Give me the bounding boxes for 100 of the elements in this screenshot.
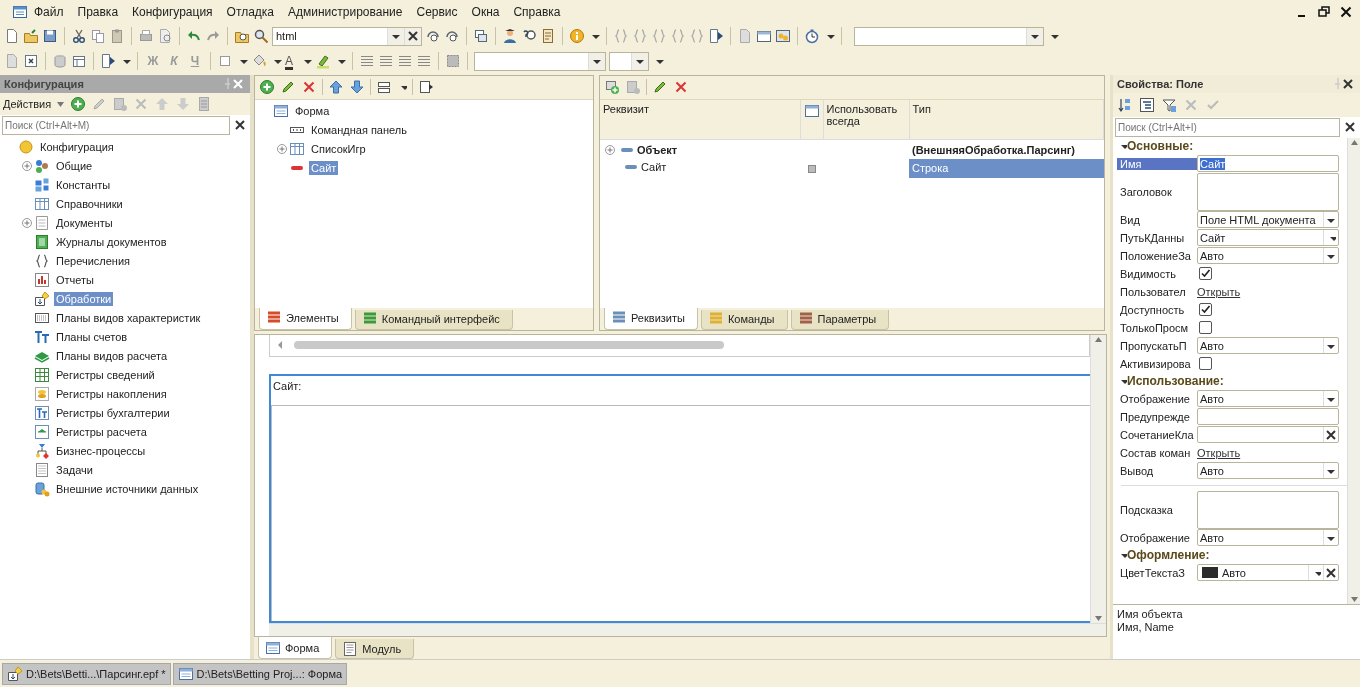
find-next-icon[interactable]: [425, 28, 441, 45]
menu-item[interactable]: Администрирование: [282, 3, 411, 21]
paste-icon[interactable]: [109, 28, 125, 45]
close-icon[interactable]: [1338, 4, 1354, 20]
tree-item[interactable]: Бизнес-процессы: [54, 444, 148, 459]
menu-item[interactable]: Конфигурация: [126, 3, 221, 21]
dropdown-field[interactable]: Авто: [1197, 529, 1339, 547]
menu-item[interactable]: Правка: [71, 3, 127, 21]
color-field[interactable]: Авто: [1197, 564, 1339, 582]
tab[interactable]: Команды: [700, 309, 788, 330]
input-field[interactable]: [474, 51, 606, 71]
categories-icon[interactable]: [1139, 96, 1155, 113]
edit-icon[interactable]: [280, 79, 296, 96]
window-tab[interactable]: D:\Bets\Betti...\Парсинг.epf *: [2, 662, 171, 685]
sort-icon[interactable]: [1117, 96, 1133, 113]
restore-icon[interactable]: [1316, 4, 1332, 20]
tree-item[interactable]: Константы: [54, 178, 113, 193]
tree-item[interactable]: Документы: [54, 216, 115, 231]
close-document-icon[interactable]: [23, 53, 39, 70]
link[interactable]: Открыть: [1197, 446, 1241, 459]
actions-menu[interactable]: Действия: [3, 97, 52, 110]
add-icon[interactable]: [70, 95, 87, 112]
menu-item[interactable]: Справка: [507, 3, 569, 21]
edit-icon[interactable]: [652, 79, 668, 96]
tab[interactable]: Элементы: [259, 307, 352, 330]
link[interactable]: Открыть: [1197, 285, 1241, 298]
tree-item[interactable]: Регистры бухгалтерии: [54, 406, 172, 421]
tree-item[interactable]: Внешние источники данных: [54, 482, 201, 497]
search-field[interactable]: Поиск (Ctrl+Alt+M): [2, 115, 230, 135]
group-header[interactable]: Использование:: [1127, 374, 1224, 389]
window-gears-icon[interactable]: [775, 28, 791, 45]
scrollbar[interactable]: [269, 623, 1106, 637]
tree-item[interactable]: Общие: [54, 159, 95, 174]
input-field[interactable]: Сайт: [1197, 155, 1339, 173]
checkbox[interactable]: [1199, 267, 1212, 281]
tree-item[interactable]: Журналы документов: [54, 235, 169, 250]
tree-item[interactable]: Планы видов характеристик: [54, 311, 203, 326]
dropdown-field[interactable]: Авто: [1197, 247, 1339, 265]
layout-icon[interactable]: [376, 79, 392, 96]
open-folder-icon[interactable]: [23, 28, 39, 45]
find-previous-icon[interactable]: [444, 28, 460, 45]
group-header[interactable]: Оформление:: [1127, 548, 1210, 563]
tab[interactable]: Командный интерфейс: [354, 309, 513, 330]
scrollbar[interactable]: [1347, 137, 1360, 605]
combo-field[interactable]: [854, 26, 1044, 46]
tree-item[interactable]: Регистры расчета: [54, 425, 149, 440]
input-field[interactable]: [1197, 426, 1339, 444]
new-document-icon[interactable]: [4, 28, 20, 45]
tree-item[interactable]: Планы видов расчета: [54, 349, 170, 364]
tab[interactable]: Модуль: [335, 639, 415, 660]
stopwatch-icon[interactable]: [804, 28, 820, 45]
menu-item[interactable]: Отладка: [220, 3, 283, 21]
input-field[interactable]: [1197, 408, 1339, 426]
scroll-up-icon[interactable]: [1094, 334, 1103, 345]
expand-icon[interactable]: [22, 161, 32, 172]
save-icon[interactable]: [42, 28, 58, 45]
window-tab[interactable]: D:\Bets\Betting Proj...: Форма: [172, 662, 348, 685]
group-header[interactable]: Основные:: [1127, 139, 1194, 154]
move-down-icon[interactable]: [349, 79, 365, 96]
tree-item[interactable]: Отчеты: [54, 273, 97, 288]
blocks-icon[interactable]: [445, 53, 461, 70]
window-icon[interactable]: [756, 28, 772, 45]
form-run-icon[interactable]: [418, 79, 434, 96]
tree-item[interactable]: Перечисления: [54, 254, 132, 269]
dropdown-field[interactable]: Авто: [1197, 462, 1339, 480]
choice-field[interactable]: Сайт: [1197, 229, 1339, 247]
tree-item[interactable]: Конфигурация: [38, 140, 116, 155]
scrollbar[interactable]: [269, 334, 1090, 357]
menu-item[interactable]: Сервис: [410, 3, 466, 21]
filter-icon[interactable]: [1161, 96, 1177, 113]
font-color-button[interactable]: A: [285, 54, 297, 69]
dropdown-field[interactable]: Авто: [1197, 337, 1339, 355]
person-icon[interactable]: [502, 28, 518, 45]
copy-icon[interactable]: [90, 28, 106, 45]
scroll-down-icon[interactable]: [1094, 613, 1103, 624]
tree-item[interactable]: Задачи: [54, 463, 95, 478]
print-preview-icon[interactable]: [157, 28, 173, 45]
scrollbar[interactable]: [1090, 334, 1106, 624]
menu-item[interactable]: Окна: [465, 3, 508, 21]
scroll-left-icon[interactable]: [276, 340, 284, 351]
tree-item[interactable]: Форма: [293, 104, 332, 119]
windows-icon[interactable]: [473, 28, 489, 45]
tree-item[interactable]: Регистры сведений: [54, 368, 157, 383]
search-field[interactable]: html: [272, 26, 422, 46]
move-up-icon[interactable]: [328, 79, 344, 96]
document-play-icon[interactable]: [100, 53, 116, 70]
expand-icon[interactable]: [277, 144, 287, 155]
table-cell[interactable]: (ВнешняяОбработка.Парсинг): [909, 139, 1104, 159]
tab[interactable]: Реквизиты: [604, 307, 698, 330]
search-field[interactable]: Поиск (Ctrl+Alt+I): [1115, 117, 1340, 137]
tree-item[interactable]: СписокИгр: [309, 142, 368, 157]
expand-icon[interactable]: [22, 218, 32, 229]
checkbox[interactable]: [807, 165, 816, 174]
combo-field[interactable]: [609, 51, 649, 71]
scroll-up-icon[interactable]: [1349, 137, 1359, 148]
menu-item[interactable]: Файл: [28, 3, 72, 21]
tree-item[interactable]: Регистры накопления: [54, 387, 169, 402]
search-icon[interactable]: [253, 28, 269, 45]
add-attribute-icon[interactable]: [604, 79, 620, 96]
cut-icon[interactable]: [71, 28, 87, 45]
